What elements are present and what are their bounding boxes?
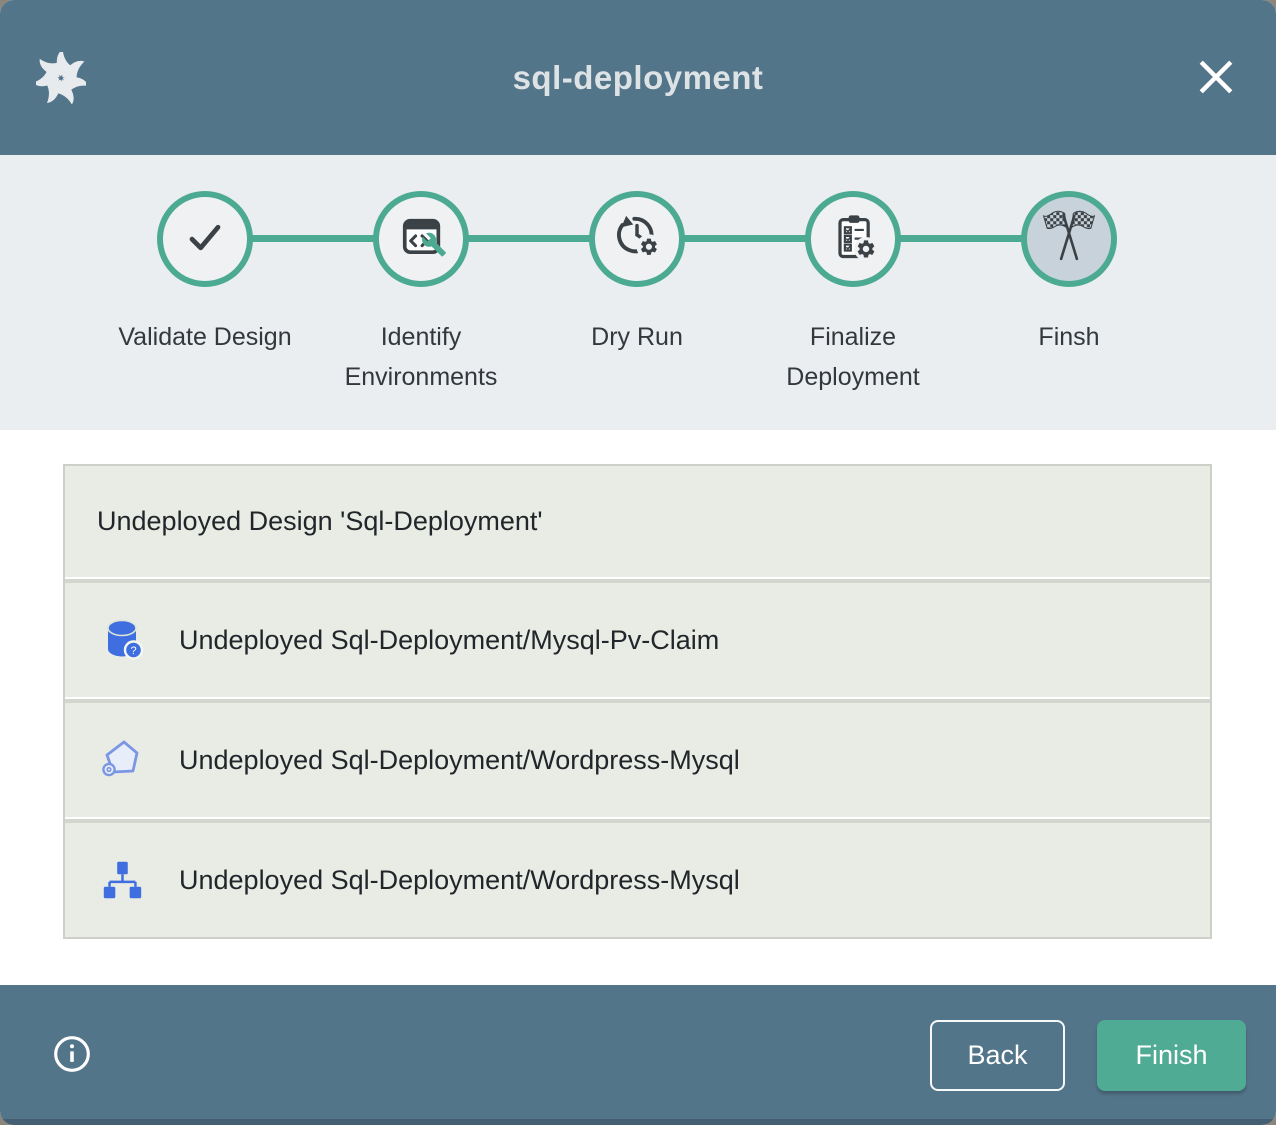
step-validate-design[interactable]: Validate Design (97, 191, 313, 397)
results-panel: Undeployed Design 'Sql-Deployment' ? Und… (0, 430, 1276, 985)
step-label: Identify Environments (313, 317, 529, 397)
step-label: Validate Design (118, 317, 291, 357)
step-label: Finsh (1038, 317, 1099, 357)
result-text: Undeployed Design 'Sql-Deployment' (97, 506, 543, 537)
deployment-wizard-dialog: sql-deployment (0, 0, 1276, 1125)
check-icon (179, 211, 231, 268)
rerun-gear-icon (611, 211, 663, 268)
dialog-title: sql-deployment (0, 59, 1276, 97)
clipboard-gear-icon (827, 211, 879, 268)
finish-button[interactable]: Finish (1097, 1020, 1246, 1091)
pentagon-icon (97, 736, 147, 784)
step-finalize-deployment[interactable]: Finalize Deployment (745, 191, 961, 397)
result-text: Undeployed Sql-Deployment/Wordpress-Mysq… (179, 745, 740, 776)
back-button[interactable]: Back (930, 1020, 1065, 1091)
step-identify-environments[interactable]: Identify Environments (313, 191, 529, 397)
step-label: Dry Run (591, 317, 683, 357)
code-window-wrench-icon (395, 211, 447, 268)
stepper: Validate Design (0, 155, 1276, 430)
list-item: Undeployed Sql-Deployment/Wordpress-Mysq… (65, 819, 1210, 937)
step-circle (805, 191, 901, 287)
step-circle (589, 191, 685, 287)
list-item: Undeployed Design 'Sql-Deployment' (65, 466, 1210, 577)
finish-flags-icon (1041, 209, 1097, 270)
close-icon (1197, 58, 1235, 99)
step-circle (157, 191, 253, 287)
result-text: Undeployed Sql-Deployment/Wordpress-Mysq… (179, 865, 740, 896)
info-icon (52, 1034, 92, 1077)
step-label: Finalize Deployment (745, 317, 961, 397)
database-icon: ? (97, 616, 147, 664)
step-circle (1021, 191, 1117, 287)
step-finish[interactable]: Finsh (961, 191, 1177, 397)
hierarchy-icon (97, 857, 147, 903)
step-circle (373, 191, 469, 287)
step-dry-run[interactable]: Dry Run (529, 191, 745, 397)
dialog-footer: Back Finish (0, 985, 1276, 1125)
list-item: Undeployed Sql-Deployment/Wordpress-Mysq… (65, 699, 1210, 817)
dialog-header: sql-deployment (0, 0, 1276, 155)
close-button[interactable] (1196, 58, 1236, 98)
list-item: ? Undeployed Sql-Deployment/Mysql-Pv-Cla… (65, 579, 1210, 697)
results-list: Undeployed Design 'Sql-Deployment' ? Und… (63, 464, 1212, 939)
svg-text:?: ? (130, 645, 136, 657)
result-text: Undeployed Sql-Deployment/Mysql-Pv-Claim (179, 625, 719, 656)
info-button[interactable] (52, 1035, 92, 1075)
